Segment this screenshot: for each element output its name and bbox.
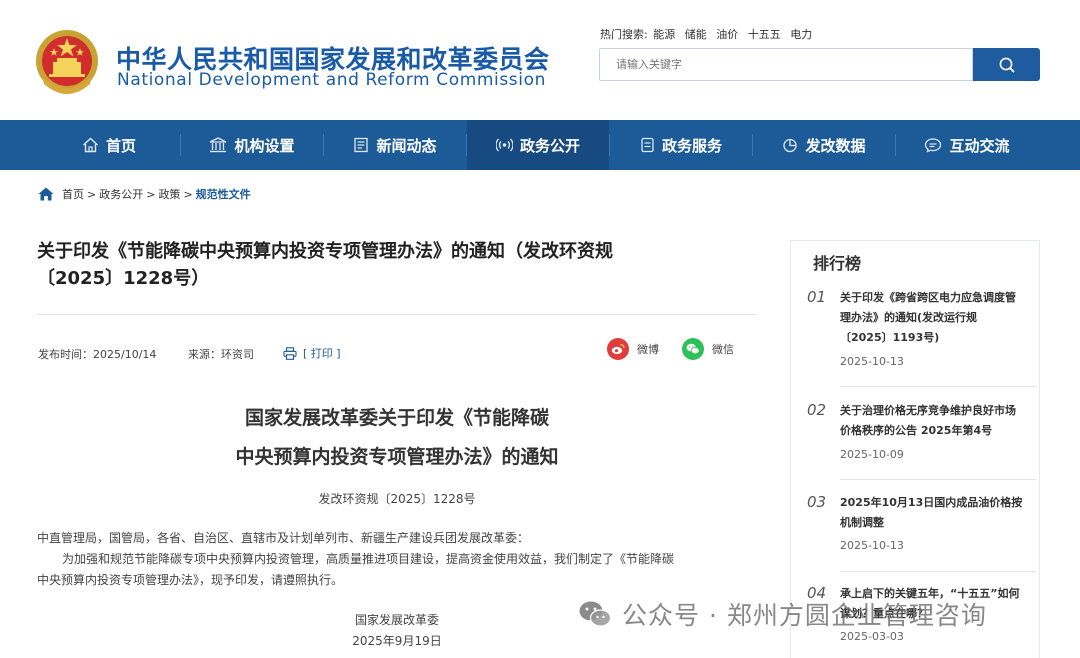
wechat-official-account-icon (578, 599, 612, 629)
share-wechat-label: 微信 (712, 343, 734, 356)
site-header: 中华人民共和国国家发展和改革委员会 National Development a… (0, 0, 1080, 120)
nav-item-government-affairs[interactable]: 政务公开 (467, 120, 609, 170)
nav-item-label: 政务公开 (519, 136, 580, 155)
breadcrumb-item-policy[interactable]: 政策 (158, 186, 180, 202)
document-recipients: 中直管理局，国管局，各省、自治区、直辖市及计划单列市、新疆生产建设兵团发展改革委… (37, 531, 530, 545)
document-icon (640, 137, 655, 153)
nav-item-label: 首页 (105, 136, 136, 155)
wechat-icon (682, 338, 704, 360)
watermark-text: 公众号 · 郑州方圆企业管理咨询 (622, 601, 987, 630)
ranking-item-date: 2025-10-13 (840, 539, 904, 552)
ranking-title: 排行榜 (813, 254, 862, 273)
hot-search-term[interactable]: 储能 (685, 28, 707, 41)
ranking-number: 01 (807, 288, 827, 306)
national-emblem-icon[interactable] (34, 28, 100, 98)
nav-item-organization[interactable]: 机构设置 (181, 120, 323, 170)
nav-item-interaction[interactable]: 互动交流 (896, 120, 1038, 170)
search-button[interactable] (973, 48, 1040, 81)
document-number: 发改环资规〔2025〕1228号 (318, 492, 476, 506)
hot-search-bar: 热门搜索: 能源 储能 油价 十五五 电力 (600, 26, 818, 42)
document-sign-date: 2025年9月19日 (352, 634, 442, 648)
home-icon (82, 137, 99, 153)
share-wechat-button[interactable]: 微信 (682, 338, 734, 360)
document-paragraph-line: 为加强和规范节能降碳专项中央预算内投资管理，高质量推进项目建设，提高资金使用效益… (62, 552, 675, 566)
watermark: 公众号 · 郑州方圆企业管理咨询 (578, 596, 987, 632)
main-nav: 首页 机构设置 新闻动态 政务公开 政务服务 发改数据 互动交流 (0, 120, 1080, 170)
hot-search-term[interactable]: 能源 (653, 28, 675, 41)
ranking-item-date: 2025-10-09 (840, 448, 904, 461)
ranking-item-date: 2025-10-13 (840, 355, 904, 368)
pie-chart-icon (782, 137, 798, 153)
ranking-item-title[interactable]: 2025年10月13日国内成品油价格按机制调整 (840, 493, 1023, 533)
search-icon (999, 57, 1014, 72)
news-icon (353, 137, 369, 153)
nav-item-home[interactable]: 首页 (38, 120, 180, 170)
nav-item-label: 机构设置 (234, 136, 295, 155)
breadcrumb-separator: > (87, 187, 97, 201)
breadcrumb-separator: > (146, 187, 156, 201)
article-title-line: 〔2025〕1228号） (37, 268, 210, 289)
divider (37, 314, 757, 315)
article-title-line: 关于印发《节能降碳中央预算内投资专项管理办法》的通知（发改环资规 (37, 241, 613, 262)
breadcrumb-separator: > (183, 187, 193, 201)
ranking-number: 03 (807, 493, 827, 511)
chat-icon (924, 137, 942, 153)
hot-search-term[interactable]: 油价 (716, 28, 738, 41)
hot-search-label: 热门搜索: (600, 28, 648, 41)
search-input[interactable] (600, 49, 972, 80)
document-paragraph-line: 中央预算内投资专项管理办法》，现予印发，请遵照执行。 (37, 573, 344, 587)
building-icon (209, 137, 227, 153)
nav-item-news[interactable]: 新闻动态 (324, 120, 466, 170)
search-box (599, 48, 973, 81)
publish-time: 发布时间：2025/10/14 (38, 348, 157, 361)
document-heading-line: 国家发展改革委关于印发《节能降碳 (244, 407, 549, 429)
weibo-icon (607, 338, 629, 360)
hot-search-term[interactable]: 电力 (790, 28, 812, 41)
print-label: [ 打印 ] (303, 347, 341, 360)
nav-item-label: 政务服务 (661, 136, 722, 155)
site-title-english[interactable]: National Development and Reform Commissi… (117, 70, 546, 90)
nav-item-services[interactable]: 政务服务 (610, 120, 752, 170)
print-button[interactable]: [ 打印 ] (283, 345, 341, 361)
article-source: 来源：环资司 (188, 348, 254, 361)
breadcrumb: 首页 > 政务公开 > 政策 > 规范性文件 (38, 186, 251, 202)
divider (840, 571, 1036, 572)
nav-item-label: 发改数据 (805, 136, 866, 155)
divider (840, 479, 1036, 480)
nav-item-data[interactable]: 发改数据 (753, 120, 895, 170)
nav-item-label: 新闻动态 (376, 136, 437, 155)
hot-search-term[interactable]: 十五五 (748, 28, 781, 41)
nav-item-label: 互动交流 (949, 136, 1010, 155)
document-heading-line: 中央预算内投资专项管理办法》的通知 (235, 446, 559, 468)
ranking-number: 02 (807, 401, 827, 419)
broadcast-icon (495, 137, 513, 153)
ranking-item-title[interactable]: 关于印发《跨省跨区电力应急调度管理办法》的通知(发改运行规〔2025〕1193号… (840, 288, 1023, 348)
printer-icon (283, 346, 297, 360)
breadcrumb-item-current[interactable]: 规范性文件 (196, 186, 251, 202)
article-title: 关于印发《节能降碳中央预算内投资专项管理办法》的通知（发改环资规 〔2025〕1… (37, 238, 717, 292)
divider (840, 386, 1036, 387)
ranking-item-title[interactable]: 关于治理价格无序竞争维护良好市场价格秩序的公告 2025年第4号 (840, 401, 1023, 441)
home-icon[interactable] (38, 187, 54, 201)
breadcrumb-item-home[interactable]: 首页 (62, 186, 84, 202)
share-weibo-label: 微博 (637, 343, 659, 356)
breadcrumb-item-gov-affairs[interactable]: 政务公开 (99, 186, 143, 202)
share-weibo-button[interactable]: 微博 (607, 338, 659, 360)
